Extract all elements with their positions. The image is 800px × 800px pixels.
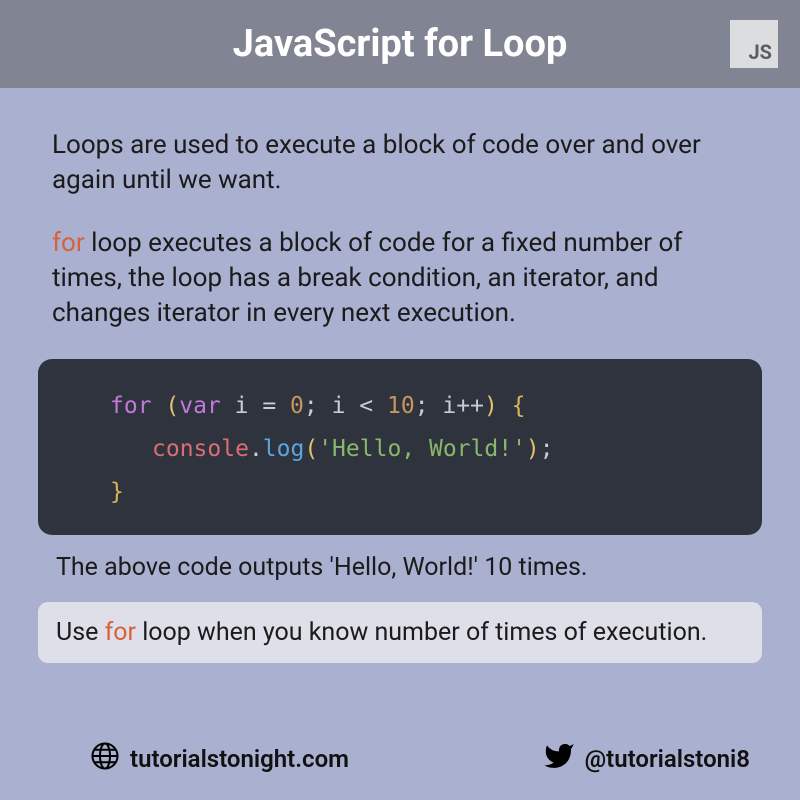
code-cond: ; i < (304, 393, 387, 419)
js-badge-icon: JS (730, 20, 778, 68)
tip-callout: Use for loop when you know number of tim… (38, 602, 762, 663)
code-semi: ; (540, 436, 554, 462)
footer-site: tutorialstonight.com (90, 741, 349, 777)
twitter-icon (543, 740, 575, 778)
twitter-handle: @tutorialstoni8 (585, 745, 750, 773)
header-bar: JavaScript for Loop JS (0, 0, 800, 88)
page-title: JavaScript for Loop (233, 22, 568, 66)
for-keyword-text: for (52, 228, 85, 258)
code-brace-close: } (110, 479, 124, 505)
site-url: tutorialstonight.com (130, 745, 349, 773)
code-log: log (263, 436, 305, 462)
code-decl: i = (221, 393, 290, 419)
code-zero: 0 (290, 393, 304, 419)
intro-paragraph-2: for loop executes a block of code for a … (52, 226, 748, 331)
code-iter: ; i++ (415, 393, 484, 419)
main-content: Loops are used to execute a block of cod… (0, 88, 800, 663)
code-kw-var: var (179, 393, 221, 419)
code-line-2: console.log('Hello, World!'); (72, 428, 728, 471)
code-paren-close: ) (484, 393, 498, 419)
output-description: The above code outputs 'Hello, World!' 1… (52, 553, 748, 582)
code-brace-open: { (498, 393, 526, 419)
code-line-3: } (72, 471, 728, 514)
code-paren-open: ( (152, 393, 180, 419)
tip-pre: Use (56, 618, 105, 647)
code-call-open: ( (304, 436, 318, 462)
code-call-close: ) (526, 436, 540, 462)
footer-bar: tutorialstonight.com @tutorialstoni8 (0, 722, 800, 800)
code-string: 'Hello, World!' (318, 436, 526, 462)
code-kw-for: for (110, 393, 152, 419)
footer-twitter: @tutorialstoni8 (543, 740, 750, 778)
intro-paragraph-1: Loops are used to execute a block of cod… (52, 128, 748, 198)
code-console: console (152, 436, 249, 462)
code-ten: 10 (387, 393, 415, 419)
globe-icon (90, 741, 120, 777)
code-example: for (var i = 0; i < 10; i++) { console.l… (38, 359, 762, 535)
intro-text-2: loop executes a block of code for a fixe… (52, 228, 682, 328)
tip-keyword: for (105, 618, 136, 647)
code-dot: . (249, 436, 263, 462)
code-line-1: for (var i = 0; i < 10; i++) { (72, 385, 728, 428)
tip-post: loop when you know number of times of ex… (136, 618, 707, 647)
